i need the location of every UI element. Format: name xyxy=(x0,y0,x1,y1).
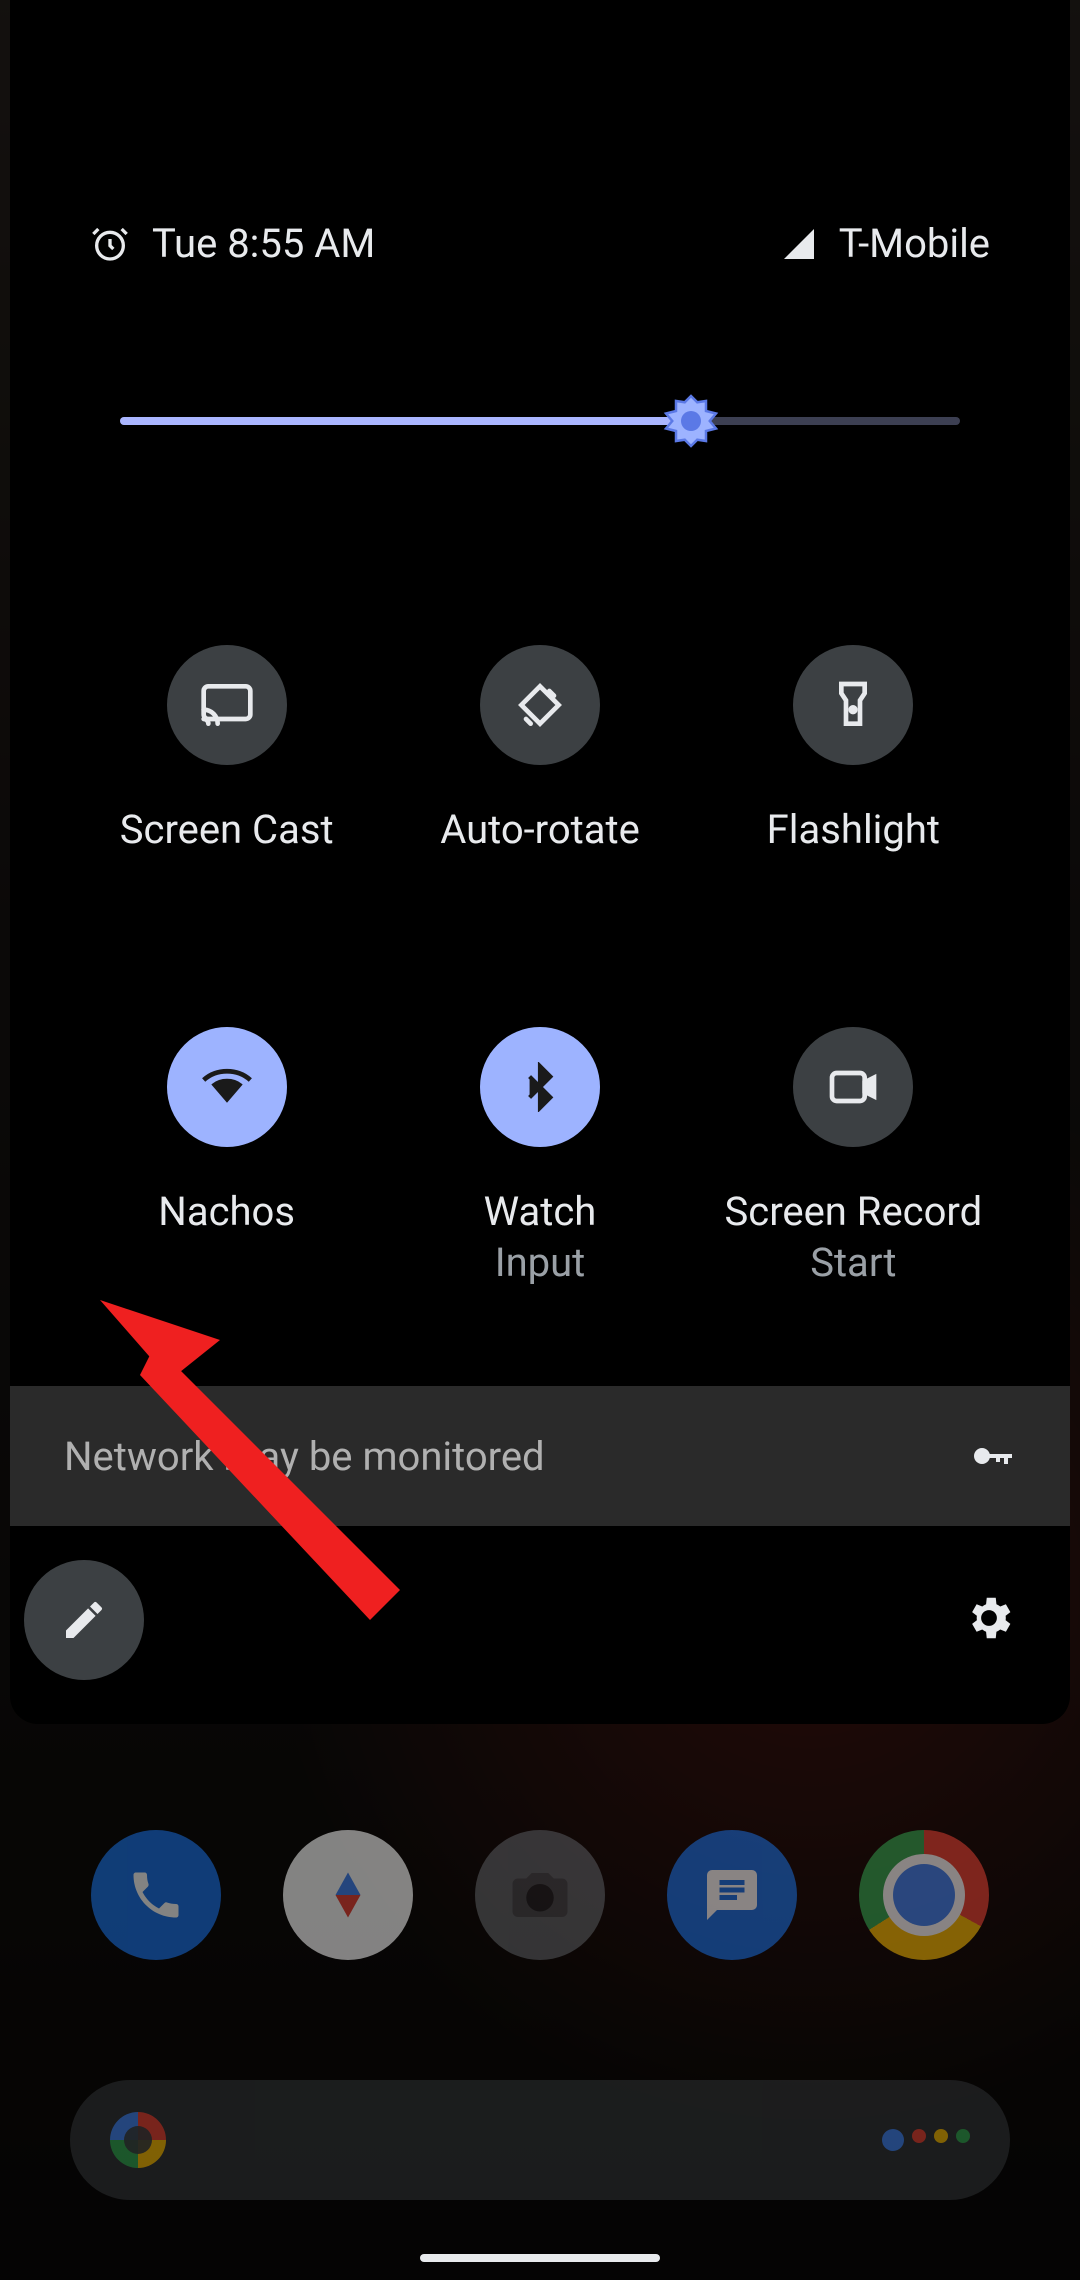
tile-label: Screen Record xyxy=(725,1185,983,1239)
network-monitored-text: Network may be monitored xyxy=(64,1433,545,1480)
search-bar[interactable] xyxy=(70,2080,1010,2200)
vpn-key-icon xyxy=(968,1432,1016,1480)
autorotate-icon xyxy=(512,677,568,733)
qs-header: Tue 8:55 AM T-Mobile xyxy=(10,220,1070,307)
gear-icon xyxy=(962,1591,1016,1645)
settings-button[interactable] xyxy=(962,1591,1016,1649)
tile-wifi[interactable]: Nachos xyxy=(70,1027,383,1286)
app-camera[interactable] xyxy=(444,1830,636,1960)
brightness-fill xyxy=(120,417,691,425)
tile-bluetooth[interactable]: Watch Input xyxy=(383,1027,696,1286)
alarm-icon xyxy=(90,224,130,264)
tile-label: Watch xyxy=(484,1185,597,1239)
edit-tiles-button[interactable] xyxy=(24,1560,144,1680)
qs-alarm-time: Tue 8:55 AM xyxy=(152,220,375,267)
home-dock xyxy=(0,1830,1080,1960)
tile-label: Flashlight xyxy=(767,803,940,857)
tile-screen-cast[interactable]: Screen Cast xyxy=(70,645,383,857)
messages-icon xyxy=(667,1830,797,1960)
tile-label: Nachos xyxy=(158,1185,295,1239)
wifi-icon xyxy=(199,1059,255,1115)
tile-auto-rotate[interactable]: Auto-rotate xyxy=(383,645,696,857)
chrome-icon xyxy=(859,1830,989,1960)
pencil-icon xyxy=(60,1596,108,1644)
qs-carrier: T-Mobile xyxy=(839,220,990,267)
tile-flashlight[interactable]: Flashlight xyxy=(697,645,1010,857)
tile-label: Screen Cast xyxy=(120,803,334,857)
network-monitored-bar[interactable]: Network may be monitored xyxy=(10,1386,1070,1526)
files-icon xyxy=(283,1830,413,1960)
assistant-icon xyxy=(882,2129,970,2151)
app-messages[interactable] xyxy=(636,1830,828,1960)
google-g-icon xyxy=(110,2112,166,2168)
camera-icon xyxy=(475,1830,605,1960)
tile-sublabel: Start xyxy=(725,1239,983,1286)
phone-icon xyxy=(91,1830,221,1960)
signal-icon xyxy=(781,226,817,262)
bluetooth-icon xyxy=(515,1062,565,1112)
tile-sublabel: Input xyxy=(484,1239,597,1286)
quick-settings-panel: Tue 8:55 AM T-Mobile Screen Cast xyxy=(10,0,1070,1724)
screenrecord-icon xyxy=(825,1059,881,1115)
app-chrome[interactable] xyxy=(828,1830,1020,1960)
brightness-thumb-icon[interactable] xyxy=(661,391,721,451)
gesture-nav-bar[interactable] xyxy=(420,2254,660,2262)
cast-icon xyxy=(199,677,255,733)
flashlight-icon xyxy=(825,677,881,733)
brightness-slider[interactable] xyxy=(10,307,1070,465)
qs-footer xyxy=(10,1526,1070,1714)
app-phone[interactable] xyxy=(60,1830,252,1960)
qs-tile-grid: Screen Cast Auto-rotate Flashlight Nacho… xyxy=(10,465,1070,1386)
tile-screen-record[interactable]: Screen Record Start xyxy=(697,1027,1010,1286)
app-files[interactable] xyxy=(252,1830,444,1960)
tile-label: Auto-rotate xyxy=(440,803,640,857)
